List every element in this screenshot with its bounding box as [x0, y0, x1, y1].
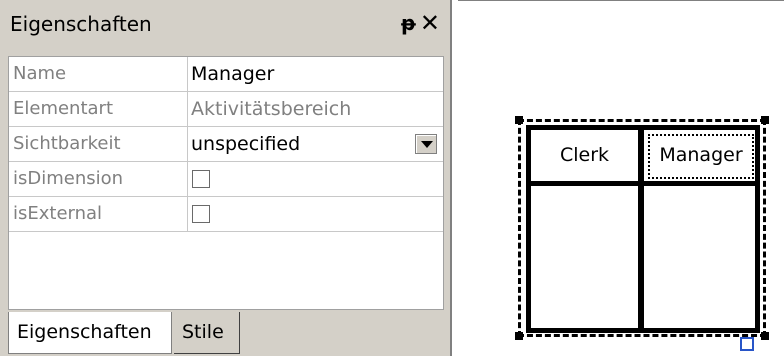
- lane-divider: [638, 130, 644, 328]
- property-label: Name: [11, 57, 188, 91]
- properties-panel: Eigenschaften ᵽ ✕ Name Manager Elementar…: [0, 0, 452, 356]
- property-row-elementart: Elementart Aktivitätsbereich: [9, 92, 443, 127]
- property-row-isexternal[interactable]: isExternal: [9, 197, 443, 232]
- panel-title: Eigenschaften: [10, 12, 152, 36]
- lane-label-manager: Manager: [659, 144, 743, 166]
- close-icon[interactable]: ✕: [420, 9, 440, 37]
- lane-header-manager[interactable]: Manager: [646, 130, 756, 181]
- tab-stile[interactable]: Stile: [174, 312, 240, 354]
- property-grid: Name Manager Elementart Aktivitätsbereic…: [8, 56, 444, 310]
- selection-handle[interactable]: [515, 332, 523, 340]
- selection-handle[interactable]: [515, 116, 523, 124]
- visibility-select[interactable]: unspecified: [191, 127, 300, 161]
- property-row-name[interactable]: Name Manager: [9, 57, 443, 92]
- property-value-name[interactable]: Manager: [191, 57, 274, 91]
- isdimension-checkbox[interactable]: [192, 170, 210, 188]
- panel-title-bar: Eigenschaften ᵽ ✕: [6, 6, 446, 42]
- panel-tabs: Eigenschaften Stile: [6, 308, 446, 356]
- property-label: Sichtbarkeit: [11, 127, 188, 161]
- property-value-elementart: Aktivitätsbereich: [191, 98, 352, 120]
- isexternal-checkbox[interactable]: [192, 205, 210, 223]
- resize-handle-icon[interactable]: [740, 337, 754, 351]
- property-label: isDimension: [11, 162, 188, 196]
- selection-handle[interactable]: [761, 332, 769, 340]
- activity-partition[interactable]: Clerk Manager: [526, 125, 760, 333]
- chevron-down-icon[interactable]: [415, 134, 437, 154]
- selection-handle[interactable]: [761, 116, 769, 124]
- property-label: isExternal: [11, 197, 188, 231]
- lane-header-clerk[interactable]: Clerk: [531, 130, 638, 181]
- header-divider: [531, 181, 755, 186]
- pin-icon[interactable]: ᵽ: [401, 11, 416, 35]
- property-row-isdimension[interactable]: isDimension: [9, 162, 443, 197]
- property-row-sichtbarkeit[interactable]: Sichtbarkeit unspecified: [9, 127, 443, 162]
- diagram-canvas[interactable]: Clerk Manager: [458, 0, 784, 356]
- property-label: Elementart: [11, 92, 188, 126]
- tab-eigenschaften[interactable]: Eigenschaften: [8, 312, 172, 354]
